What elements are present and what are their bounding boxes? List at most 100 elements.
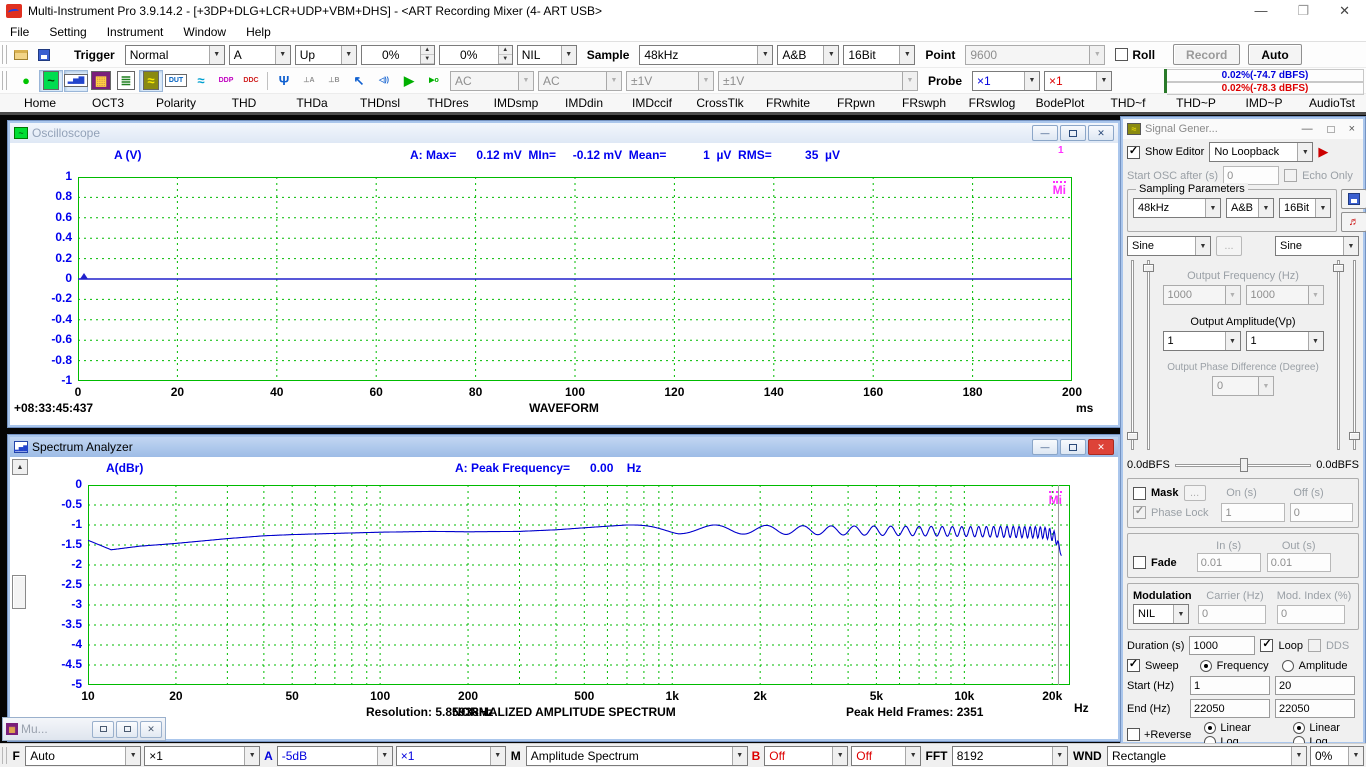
sweep-end-b-input[interactable]: 22050 bbox=[1275, 699, 1355, 718]
restore-icon[interactable] bbox=[92, 721, 114, 738]
balance-slider[interactable] bbox=[1175, 456, 1311, 474]
tab-frswlog[interactable]: FRswlog bbox=[958, 96, 1026, 110]
scroll-up-button[interactable]: ▲ bbox=[12, 459, 28, 475]
minimize-icon[interactable]: — bbox=[1032, 439, 1058, 455]
gen-bits-select[interactable]: 16Bit▼ bbox=[1279, 198, 1331, 218]
probe-a-select[interactable]: ×1▼ bbox=[972, 71, 1040, 91]
menu-setting[interactable]: Setting bbox=[39, 23, 96, 41]
b-multiplier-select[interactable]: Off▼ bbox=[851, 746, 921, 766]
mask-checkbox[interactable] bbox=[1133, 487, 1146, 500]
tab-frwhite[interactable]: FRwhite bbox=[754, 96, 822, 110]
ground-a-icon[interactable]: ⊥A bbox=[297, 70, 321, 92]
scale-a-linear-radio[interactable] bbox=[1204, 722, 1216, 734]
chevron-down-icon[interactable]: ▼ bbox=[832, 747, 847, 765]
window-function-select[interactable]: Rectangle▼ bbox=[1107, 746, 1307, 766]
sweep-frequency-radio[interactable] bbox=[1200, 660, 1212, 672]
menu-window[interactable]: Window bbox=[173, 23, 236, 41]
derived-curve-icon[interactable]: ≈ bbox=[189, 70, 213, 92]
chevron-down-icon[interactable]: ▼ bbox=[377, 747, 392, 765]
volume-icon[interactable]: ◁)) bbox=[372, 70, 396, 92]
roll-checkbox[interactable]: Roll bbox=[1115, 48, 1155, 62]
tab-frpwn[interactable]: FRpwn bbox=[822, 96, 890, 110]
f-multiplier-select[interactable]: ×1▼ bbox=[144, 746, 260, 766]
close-icon[interactable]: ✕ bbox=[1088, 125, 1114, 141]
run-icon[interactable]: ● bbox=[14, 70, 38, 92]
tab-oct3[interactable]: OCT3 bbox=[74, 96, 142, 110]
sweep-start-b-input[interactable]: 20 bbox=[1275, 676, 1355, 695]
sweep-end-a-input[interactable]: 22050 bbox=[1190, 699, 1270, 718]
fade-checkbox[interactable] bbox=[1133, 556, 1146, 569]
probe-b-select[interactable]: ×1▼ bbox=[1044, 71, 1112, 91]
chevron-down-icon[interactable]: ▼ bbox=[1348, 747, 1363, 765]
close-button[interactable]: ✕ bbox=[1339, 3, 1350, 19]
spec-plot[interactable]: Mi bbox=[88, 485, 1070, 685]
waveform-a-select[interactable]: Sine▼ bbox=[1127, 236, 1211, 256]
toolbar-grip[interactable] bbox=[2, 71, 7, 90]
tab-imdsmp[interactable]: IMDsmp bbox=[482, 96, 550, 110]
trigger-source-select[interactable]: A▼ bbox=[229, 45, 291, 65]
scale-b-linear-radio[interactable] bbox=[1293, 722, 1305, 734]
fft-size-select[interactable]: 8192▼ bbox=[952, 746, 1068, 766]
a-range-select[interactable]: -5dB▼ bbox=[277, 746, 393, 766]
menu-help[interactable]: Help bbox=[236, 23, 281, 41]
chevron-down-icon[interactable]: ▼ bbox=[490, 747, 505, 765]
tab-imddin[interactable]: IMDdin bbox=[550, 96, 618, 110]
trigger-delay-stepper[interactable]: 0%▲▼ bbox=[439, 45, 513, 65]
minimize-button[interactable]: — bbox=[1254, 3, 1267, 19]
osc-plot[interactable]: Mi bbox=[78, 177, 1072, 381]
ddc-icon[interactable]: DDC bbox=[239, 70, 263, 92]
signal-generator-titlebar[interactable]: ≈ Signal Gener... — × bbox=[1123, 119, 1363, 139]
tab-thdres[interactable]: THDres bbox=[414, 96, 482, 110]
close-icon[interactable]: ✕ bbox=[1088, 439, 1114, 455]
tab-thdnsl[interactable]: THDnsl bbox=[346, 96, 414, 110]
gen-channels-select[interactable]: A&B▼ bbox=[1226, 198, 1274, 218]
tab-polarity[interactable]: Polarity bbox=[142, 96, 210, 110]
amplitude-slider-b-inner[interactable] bbox=[1333, 260, 1343, 450]
restore-icon[interactable] bbox=[1060, 125, 1086, 141]
tab-thd-f[interactable]: THD~f bbox=[1094, 96, 1162, 110]
chevron-down-icon[interactable]: ▼ bbox=[1052, 747, 1067, 765]
amplitude-b-select[interactable]: 1▼ bbox=[1246, 331, 1324, 351]
play-icon[interactable]: ▶ bbox=[397, 70, 421, 92]
trigger-hpf-select[interactable]: NIL▼ bbox=[517, 45, 577, 65]
multimeter-icon[interactable]: ▦ bbox=[89, 70, 113, 92]
oscilloscope-icon[interactable]: ~ bbox=[39, 70, 63, 92]
tab-thd[interactable]: THD bbox=[210, 96, 278, 110]
duration-input[interactable]: 1000 bbox=[1189, 636, 1255, 655]
trigger-edge-select[interactable]: Up▼ bbox=[295, 45, 357, 65]
maximize-icon[interactable] bbox=[1327, 126, 1335, 133]
tab-frswph[interactable]: FRswph bbox=[890, 96, 958, 110]
reverse-checkbox[interactable] bbox=[1127, 728, 1140, 741]
display-mode-select[interactable]: Amplitude Spectrum▼ bbox=[526, 746, 748, 766]
amplitude-slider-a-inner[interactable] bbox=[1143, 260, 1153, 450]
auto-button[interactable]: Auto bbox=[1248, 44, 1301, 65]
close-icon[interactable]: ✕ bbox=[140, 721, 162, 738]
scale-b-log-radio[interactable] bbox=[1293, 736, 1305, 743]
loopback-select[interactable]: No Loopback▼ bbox=[1209, 142, 1313, 162]
restore-icon[interactable] bbox=[1060, 439, 1086, 455]
tab-audiotst[interactable]: AudioTst bbox=[1298, 96, 1366, 110]
toolbar-grip[interactable] bbox=[2, 45, 7, 64]
save-icon[interactable] bbox=[38, 49, 50, 61]
minimize-icon[interactable]: — bbox=[1032, 125, 1058, 141]
sweep-amplitude-radio[interactable] bbox=[1282, 660, 1294, 672]
sound-device-icon[interactable]: Ψ bbox=[272, 70, 296, 92]
trigger-level-stepper[interactable]: 0%▲▼ bbox=[361, 45, 435, 65]
spectrum-titlebar[interactable]: ▂▅▇ Spectrum Analyzer — ✕ bbox=[10, 437, 1118, 457]
gen-note-button[interactable]: ♬ bbox=[1341, 212, 1366, 232]
chevron-down-icon[interactable]: ▼ bbox=[905, 747, 920, 765]
ground-b-icon[interactable]: ⊥B bbox=[322, 70, 346, 92]
device-test-plan-icon[interactable]: ≣ bbox=[114, 70, 138, 92]
close-icon[interactable]: × bbox=[1349, 123, 1355, 135]
maximize-button[interactable]: ❐ bbox=[1297, 3, 1309, 19]
tab-imd-p[interactable]: IMD~P bbox=[1230, 96, 1298, 110]
ddp-icon[interactable]: DDP bbox=[214, 70, 238, 92]
open-icon[interactable] bbox=[14, 50, 28, 60]
waveform-b-select[interactable]: Sine▼ bbox=[1275, 236, 1359, 256]
generator-play-icon[interactable]: ▶ bbox=[1318, 144, 1328, 160]
loop-checkbox[interactable] bbox=[1260, 639, 1273, 652]
sample-channels-select[interactable]: A&B▼ bbox=[777, 45, 839, 65]
maximize-icon[interactable] bbox=[116, 721, 138, 738]
sample-rate-select[interactable]: 48kHz▼ bbox=[639, 45, 773, 65]
oscilloscope-titlebar[interactable]: ~ Oscilloscope — ✕ bbox=[10, 123, 1118, 143]
